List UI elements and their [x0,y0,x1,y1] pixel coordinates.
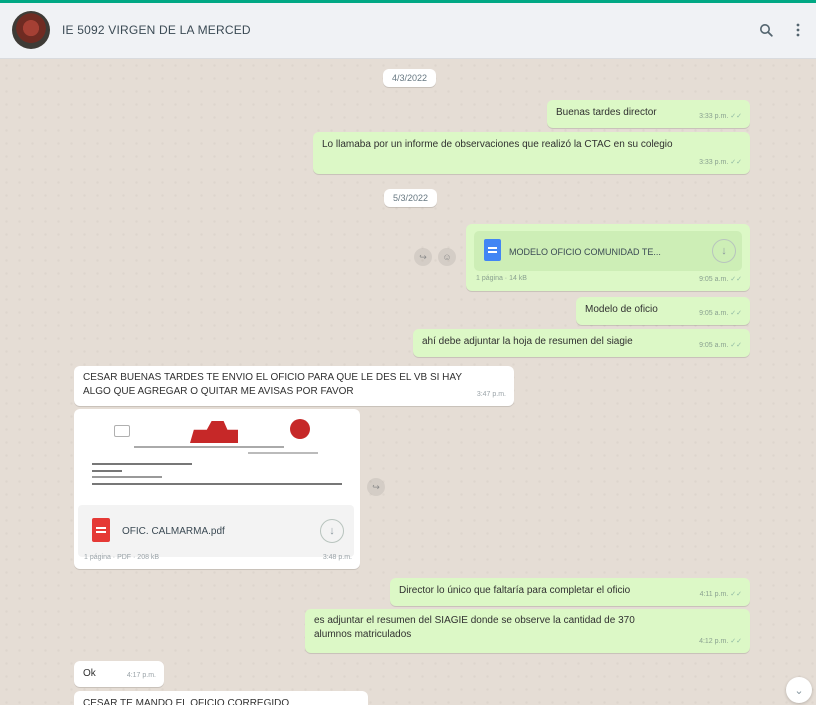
incoming-pdf-message[interactable]: OFIC. CALMARMA.pdf ↓ 1 página · PDF · 20… [74,409,360,569]
chat-title[interactable]: IE 5092 VIRGEN DE LA MERCED [62,23,251,37]
document-icon [484,239,501,261]
message-text: es adjuntar el resumen del SIAGIE donde … [314,614,635,642]
message-time: 3:48 p.m. [322,554,352,561]
forward-icon[interactable]: ↪ [414,248,432,266]
pdf-card[interactable]: OFIC. CALMARMA.pdf ↓ [78,505,354,557]
outgoing-message[interactable]: Modelo de oficio 9:05 a.m. ✓✓ [576,297,750,325]
scroll-down-button[interactable]: ⌄ [786,677,812,703]
chat-messages-area[interactable]: 4/3/2022 Buenas tardes director 3:33 p.m… [0,59,816,705]
double-check-icon: ✓✓ [730,113,742,120]
double-check-icon: ✓✓ [730,342,742,349]
outgoing-document-message[interactable]: MODELO OFICIO COMUNIDAD TE... ↓ 1 página… [466,224,750,291]
message-line: ALGO QUE AGREGAR O QUITAR ME AVISAS POR … [83,386,354,397]
download-icon[interactable]: ↓ [320,519,344,543]
message-time: 4:11 p.m. ✓✓ [699,591,742,598]
chevron-down-icon: ⌄ [794,684,804,697]
incoming-message[interactable]: Ok 4:17 p.m. [74,661,164,687]
message-time: 4:12 p.m. ✓✓ [699,638,742,645]
message-time: 9:05 a.m. ✓✓ [699,276,742,283]
double-check-icon: ✓✓ [730,276,742,283]
message-text: Buenas tardes director [556,107,657,118]
incoming-message[interactable]: CESAR TE MANDO EL OFICIO CORREGIDO [74,691,368,705]
message-line: alumnos matriculados [314,629,412,640]
message-line: es adjuntar el resumen del SIAGIE donde … [314,615,635,626]
outgoing-message[interactable]: Director lo único que faltaría para comp… [390,578,750,606]
document-details: 1 página · PDF · 208 kB [84,554,160,561]
message-text: Ok [83,668,96,679]
logo-image [114,425,130,437]
more-vertical-icon[interactable] [787,19,809,41]
message-time: 9:05 a.m. ✓✓ [699,310,742,317]
message-line: CESAR BUENAS TARDES TE ENVIO EL OFICIO P… [83,372,462,383]
search-icon[interactable] [755,19,777,41]
reaction-icon[interactable]: ☺ [438,248,456,266]
date-separator: 4/3/2022 [383,69,437,87]
outgoing-message[interactable]: es adjuntar el resumen del SIAGIE donde … [305,609,750,653]
document-card[interactable]: MODELO OFICIO COMUNIDAD TE... ↓ [474,231,742,271]
message-text: CESAR BUENAS TARDES TE ENVIO EL OFICIO P… [83,371,462,399]
chat-header: IE 5092 VIRGEN DE LA MERCED [0,3,816,59]
double-check-icon: ✓✓ [730,591,742,598]
forward-icon[interactable]: ↪ [367,478,385,496]
date-separator: 5/3/2022 [384,189,438,207]
message-text: Director lo único que faltaría para comp… [399,585,631,596]
message-time: 3:33 p.m. ✓✓ [699,159,742,166]
outgoing-message[interactable]: Buenas tardes director 3:33 p.m. ✓✓ [547,100,750,128]
pdf-name: OFIC. CALMARMA.pdf [122,526,225,537]
logo-image [190,421,238,443]
message-time: 3:47 p.m. [476,391,506,398]
message-text: Modelo de oficio [585,304,658,315]
document-details: 1 página · 14 kB [476,275,527,282]
message-time: 4:17 p.m. [126,672,156,679]
download-icon[interactable]: ↓ [712,239,736,263]
incoming-message[interactable]: CESAR BUENAS TARDES TE ENVIO EL OFICIO P… [74,366,514,406]
message-time: 9:05 a.m. ✓✓ [699,342,742,349]
message-text: Lo llamaba por un informe de observacion… [322,139,673,150]
pdf-preview-image[interactable] [78,413,354,501]
double-check-icon: ✓✓ [730,310,742,317]
avatar[interactable] [12,11,50,49]
message-time: 3:33 p.m. ✓✓ [699,113,742,120]
document-name: MODELO OFICIO COMUNIDAD TE... [509,247,661,257]
double-check-icon: ✓✓ [730,159,742,166]
message-text: CESAR TE MANDO EL OFICIO CORREGIDO [83,698,290,705]
outgoing-message[interactable]: ahí debe adjuntar la hoja de resumen del… [413,329,750,357]
outgoing-message[interactable]: Lo llamaba por un informe de observacion… [313,132,750,174]
double-check-icon: ✓✓ [730,638,742,645]
seal-image [290,419,310,439]
message-text: ahí debe adjuntar la hoja de resumen del… [422,336,633,347]
pdf-icon [92,518,110,542]
